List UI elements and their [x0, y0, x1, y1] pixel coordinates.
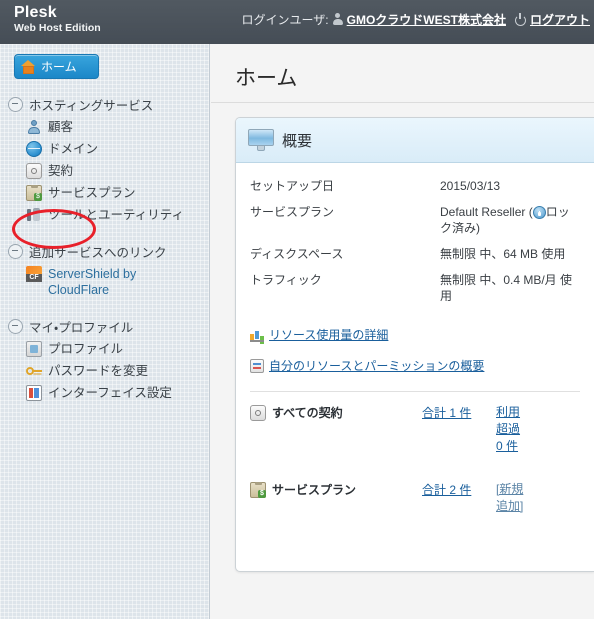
profile-icon — [26, 341, 42, 357]
info-row-service-plan: サービスプラン Default Reseller (ロック済み) — [250, 199, 580, 241]
sidebar-item-label: インターフェイス設定 — [48, 386, 172, 400]
sidebar-item-customers[interactable]: 顧客 — [0, 116, 209, 138]
stat-extra: [新規追加] — [496, 481, 524, 515]
main-content: ホーム 概要 セットアップ日 2015/03/13 サービスプラン Defaul… — [211, 44, 594, 619]
stat-total: 合計 1 件 — [422, 404, 496, 421]
stat-total-link[interactable]: 合計 2 件 — [422, 483, 471, 497]
info-label: セットアップ日 — [250, 179, 335, 193]
info-label: ディスクスペース — [250, 247, 344, 261]
link-resource-usage[interactable]: リソース使用量の詳細 — [250, 319, 580, 350]
lock-icon — [532, 206, 546, 219]
sidebar-item-servershield[interactable]: ServerShield by CloudFlare — [0, 263, 182, 301]
header-user-area: ログインユーザ: GMOクラウドWEST株式会社 ログアウト — [242, 11, 590, 28]
nav-group-label: ホスティングサービス — [29, 99, 154, 113]
brand-name: Plesk — [14, 4, 57, 21]
stat-total: 合計 2 件 — [422, 481, 496, 498]
interface-settings-icon — [26, 385, 42, 401]
sidebar-item-service-plans[interactable]: サービスプラン — [0, 182, 209, 204]
sidebar-item-label: サービスプラン — [48, 186, 136, 200]
sidebar-item-label: 契約 — [48, 164, 74, 178]
overview-panel-title: 概要 — [282, 132, 313, 150]
sidebar-item-profile[interactable]: プロファイル — [0, 338, 209, 360]
list-icon — [250, 358, 264, 373]
nav-group-additional-services: 追加サービスへのリンク ServerShield by CloudFlare — [0, 240, 209, 301]
sidebar-item-label: プロファイル — [48, 342, 124, 356]
brand-edition: Web Host Edition — [14, 21, 101, 34]
nav-group-hosting: ホスティングサービス 顧客 ドメイン 契約 サービスプラン ツールとユーティリテ… — [0, 93, 209, 226]
subscription-icon — [250, 404, 266, 421]
overview-panel-header: 概要 — [236, 118, 594, 163]
sidebar-item-label: ServerShield by CloudFlare — [48, 267, 137, 297]
user-icon — [332, 13, 344, 26]
sidebar-item-label: ツールとユーティリティ — [48, 208, 185, 222]
link-label[interactable]: 自分のリソースとパーミッションの概要 — [269, 357, 484, 374]
sidebar-item-label: ドメイン — [48, 142, 99, 156]
sidebar-item-domains[interactable]: ドメイン — [0, 138, 209, 160]
customer-icon — [26, 119, 42, 135]
info-value: 2015/03/13 — [440, 179, 501, 193]
info-row-disk-space: ディスクスペース 無制限 中、64 MB 使用 — [250, 241, 580, 267]
sidebar-item-label: パスワードを変更 — [48, 364, 149, 378]
subscription-icon — [26, 163, 42, 179]
logout-link[interactable]: ログアウト — [530, 11, 590, 28]
app-header: Plesk Web Host Edition ログインユーザ: GMOクラウドW… — [0, 0, 594, 44]
info-value: 無制限 中、0.4 MB/月 使用 — [440, 273, 573, 303]
chart-icon — [250, 328, 264, 342]
info-value: 無制限 中、64 MB 使用 — [440, 247, 566, 261]
cloudflare-icon — [26, 266, 42, 282]
page-title: ホーム — [211, 44, 594, 103]
info-value: Default Reseller (ロック済み) — [440, 204, 580, 236]
nav-group-header-profile[interactable]: マイ・プロファイル — [0, 315, 209, 338]
brand-logo: Plesk Web Host Edition — [14, 4, 101, 34]
home-icon — [21, 59, 36, 74]
stat-name: すべての契約 — [250, 404, 422, 421]
home-button-label: ホーム — [41, 60, 77, 74]
service-plan-name: Default Reseller ( — [440, 205, 533, 219]
service-plan-icon — [250, 481, 266, 498]
monitor-icon — [248, 129, 274, 151]
stat-overused-link[interactable]: 利用超過 0 件 — [496, 405, 520, 453]
collapse-minus-icon[interactable] — [8, 244, 23, 259]
stat-total-link[interactable]: 合計 1 件 — [422, 406, 471, 420]
stat-row-subscriptions: すべての契約 合計 1 件 利用超過 0 件 — [250, 392, 580, 455]
overview-panel-body: セットアップ日 2015/03/13 サービスプラン Default Resel… — [236, 163, 594, 525]
stat-label: サービスプラン — [272, 483, 357, 497]
header-user-link[interactable]: GMOクラウドWEST株式会社 — [347, 11, 506, 28]
info-label: トラフィック — [250, 273, 322, 287]
power-icon — [514, 13, 527, 26]
sidebar-item-interface-settings[interactable]: インターフェイス設定 — [0, 382, 209, 404]
tools-icon — [26, 207, 42, 223]
info-label: サービスプラン — [250, 205, 335, 219]
nav-group-header-additional[interactable]: 追加サービスへのリンク — [0, 240, 209, 263]
service-plan-icon — [26, 185, 42, 201]
stat-row-service-plans: サービスプラン 合計 2 件 [新規追加] — [250, 455, 580, 515]
sidebar-item-tools[interactable]: ツールとユーティリティ — [0, 204, 209, 226]
overview-panel: 概要 セットアップ日 2015/03/13 サービスプラン Default Re… — [235, 117, 594, 572]
sidebar-item-label: 顧客 — [48, 120, 74, 134]
collapse-minus-icon[interactable] — [8, 97, 23, 112]
sidebar: ホーム ホスティングサービス 顧客 ドメイン 契約 サービスプラン ツールとユー… — [0, 44, 210, 619]
nav-group-my-profile: マイ・プロファイル プロファイル パスワードを変更 インターフェイス設定 — [0, 315, 209, 404]
link-resources-permissions[interactable]: 自分のリソースとパーミッションの概要 — [250, 350, 580, 381]
home-button[interactable]: ホーム — [14, 54, 99, 79]
stat-label: すべての契約 — [272, 406, 343, 420]
link-label[interactable]: リソース使用量の詳細 — [269, 326, 388, 343]
collapse-minus-icon[interactable] — [8, 319, 23, 334]
globe-icon — [26, 141, 42, 157]
nav-group-header-hosting[interactable]: ホスティングサービス — [0, 93, 209, 116]
nav-group-label: 追加サービスへのリンク — [29, 246, 167, 260]
stat-add-new-link[interactable]: [新規追加] — [496, 482, 523, 513]
stat-extra: 利用超過 0 件 — [496, 404, 524, 455]
login-user-label: ログインユーザ: — [241, 13, 329, 27]
key-icon — [26, 363, 42, 379]
sidebar-item-subscriptions[interactable]: 契約 — [0, 160, 209, 182]
info-row-traffic: トラフィック 無制限 中、0.4 MB/月 使用 — [250, 267, 580, 309]
sidebar-item-change-password[interactable]: パスワードを変更 — [0, 360, 209, 382]
info-row-setup-date: セットアップ日 2015/03/13 — [250, 173, 580, 199]
nav-group-label: マイ・プロファイル — [29, 321, 134, 335]
stat-name: サービスプラン — [250, 481, 422, 498]
